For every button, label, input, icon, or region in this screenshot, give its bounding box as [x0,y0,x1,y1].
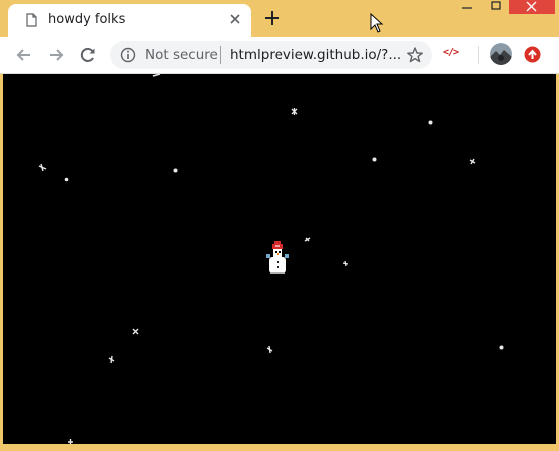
upload-extension-icon[interactable] [524,46,541,63]
browser-toolbar: Not secure htmlpreview.github.io/?... </… [0,37,559,74]
snowflake-icon [132,328,139,335]
security-status-label[interactable]: Not secure [145,47,218,63]
snowflake-icon [372,157,377,162]
snowflake-icon [266,345,273,354]
omnibox-divider [220,46,221,64]
reload-icon[interactable] [78,45,98,65]
forward-arrow-icon[interactable] [46,45,66,65]
title-bar: howdy folks [0,0,559,38]
snowflake-icon [342,260,349,267]
toolbar-divider [478,46,479,64]
browser-tab[interactable]: howdy folks [8,4,251,38]
snowflake-icon [291,108,298,115]
snowflake-icon [428,120,433,125]
minimize-button[interactable] [455,0,479,14]
snowflake-icon [108,355,115,364]
address-bar[interactable]: Not secure htmlpreview.github.io/?... [110,41,432,69]
tab-close-icon[interactable] [226,10,244,28]
new-tab-button[interactable] [262,8,282,28]
info-icon[interactable] [120,47,136,63]
snowflake-icon [304,237,311,242]
url-text[interactable]: htmlpreview.github.io/?... [230,47,401,63]
maximize-button[interactable] [484,0,508,14]
tab-title: howdy folks [48,12,126,27]
snowflake-icon [152,74,161,77]
document-icon [26,13,37,27]
snowflake-icon [64,177,69,182]
window-close-button[interactable] [509,0,555,14]
mouse-cursor-icon [370,13,384,33]
bookmark-star-icon[interactable] [406,46,424,64]
snowflake-icon [68,439,73,444]
snowflake-icon [173,168,178,173]
snowflake-icon [499,345,504,350]
snowflake-icon [38,163,47,172]
page-viewport[interactable] [3,74,556,444]
snowman-sprite [266,241,289,274]
profile-avatar[interactable] [490,43,512,65]
back-arrow-icon[interactable] [14,45,34,65]
snowflake-icon [469,158,476,165]
code-extension-icon[interactable]: </> [443,47,459,58]
